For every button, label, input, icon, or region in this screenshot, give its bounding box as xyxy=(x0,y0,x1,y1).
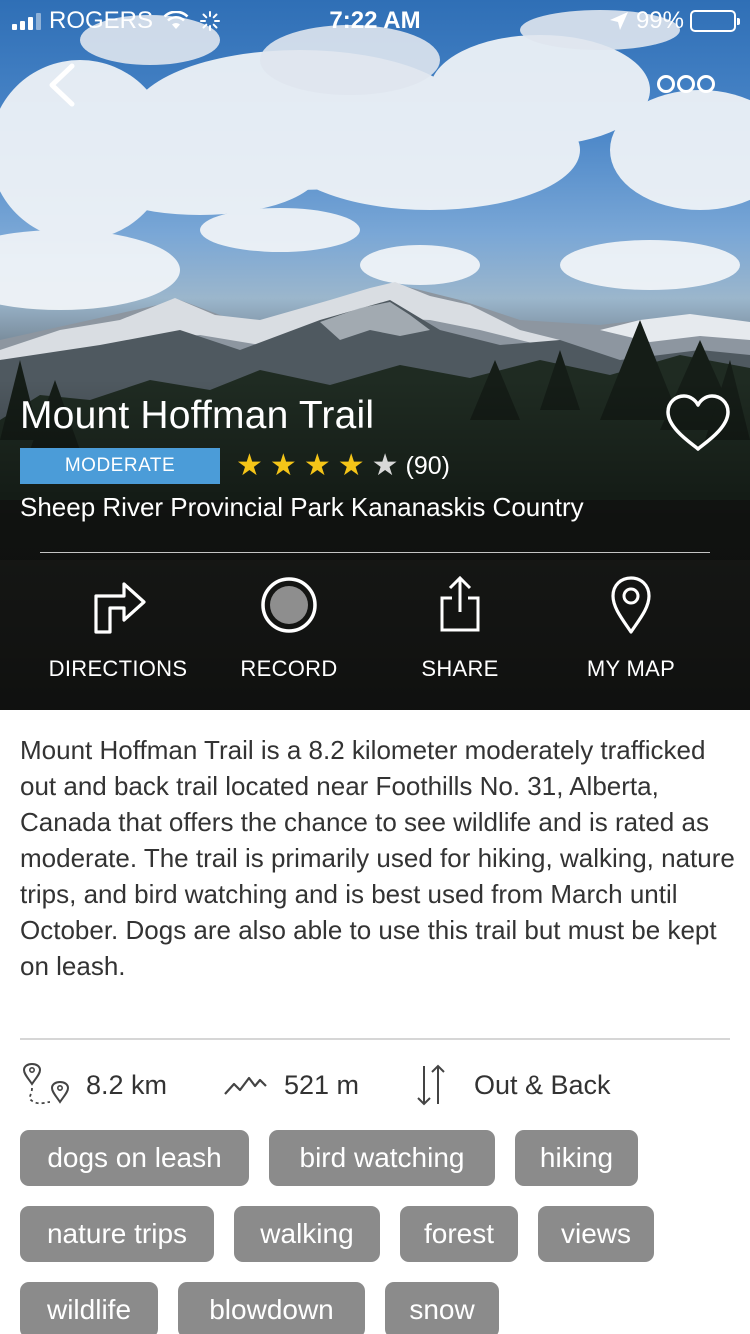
map-pin-icon xyxy=(611,576,651,634)
share-button[interactable]: SHARE xyxy=(375,570,545,700)
distance-value: 8.2 km xyxy=(86,1069,168,1100)
trail-location[interactable]: Sheep River Provincial Park Kananaskis C… xyxy=(20,492,584,523)
share-label: SHARE xyxy=(421,656,499,681)
tag-chip[interactable]: hiking xyxy=(515,1130,638,1186)
favorite-heart-icon[interactable] xyxy=(664,393,732,455)
my-map-button[interactable]: MY MAP xyxy=(546,570,716,700)
record-button[interactable]: RECORD xyxy=(204,570,374,700)
directions-icon xyxy=(94,582,146,634)
content-divider xyxy=(20,1038,730,1040)
star-icon: ★ xyxy=(337,449,365,482)
tag-chip[interactable]: forest xyxy=(400,1206,518,1262)
more-options-icon[interactable] xyxy=(656,72,716,96)
route-type-stat: Out & Back xyxy=(412,1060,611,1110)
rating-stars[interactable]: ★ ★ ★ ★ ★ (90) xyxy=(236,448,450,484)
action-bar: DIRECTIONS RECORD SHARE MY MAP xyxy=(0,570,750,700)
location-arrow-icon xyxy=(609,12,628,30)
elevation-gain-icon xyxy=(224,1076,267,1095)
trail-title: Mount Hoffman Trail xyxy=(20,394,375,437)
battery-icon xyxy=(690,10,740,32)
directions-button[interactable]: DIRECTIONS xyxy=(33,570,203,700)
route-distance-icon xyxy=(22,1062,70,1105)
status-bar: ROGERS 7:22 AM 99% xyxy=(0,0,750,40)
back-chevron-icon[interactable] xyxy=(40,60,84,110)
share-icon xyxy=(440,575,480,632)
tag-chip[interactable]: nature trips xyxy=(20,1206,214,1262)
status-right: 99% xyxy=(608,7,740,35)
star-icon: ★ xyxy=(371,449,399,482)
elevation-stat: 521 m xyxy=(222,1060,359,1110)
tag-chip[interactable]: dogs on leash xyxy=(20,1130,249,1186)
record-label: RECORD xyxy=(240,656,338,681)
tag-chip[interactable]: bird watching xyxy=(269,1130,495,1186)
route-type-value: Out & Back xyxy=(474,1069,611,1100)
tag-chip[interactable]: wildlife xyxy=(20,1282,158,1334)
trail-description: Mount Hoffman Trail is a 8.2 kilometer m… xyxy=(20,735,735,981)
tag-chip[interactable]: blowdown xyxy=(178,1282,365,1334)
star-icon: ★ xyxy=(269,449,297,482)
tag-chip[interactable]: walking xyxy=(234,1206,380,1262)
star-icon: ★ xyxy=(236,449,263,482)
tag-chip[interactable]: views xyxy=(538,1206,654,1262)
directions-label: DIRECTIONS xyxy=(48,656,188,681)
review-count: (90) xyxy=(405,451,450,480)
star-icon: ★ xyxy=(303,449,331,482)
tag-chip[interactable]: snow xyxy=(385,1282,499,1334)
distance-stat: 8.2 km xyxy=(20,1060,167,1110)
out-and-back-icon xyxy=(417,1064,445,1106)
hero-divider xyxy=(40,552,710,553)
my-map-label: MY MAP xyxy=(586,656,676,681)
trail-stats: 8.2 km 521 m Out & Back xyxy=(20,1060,740,1110)
battery-percent: 99% xyxy=(635,7,684,34)
elevation-value: 521 m xyxy=(284,1069,360,1100)
difficulty-badge: MODERATE xyxy=(20,448,220,484)
record-icon xyxy=(261,577,317,633)
